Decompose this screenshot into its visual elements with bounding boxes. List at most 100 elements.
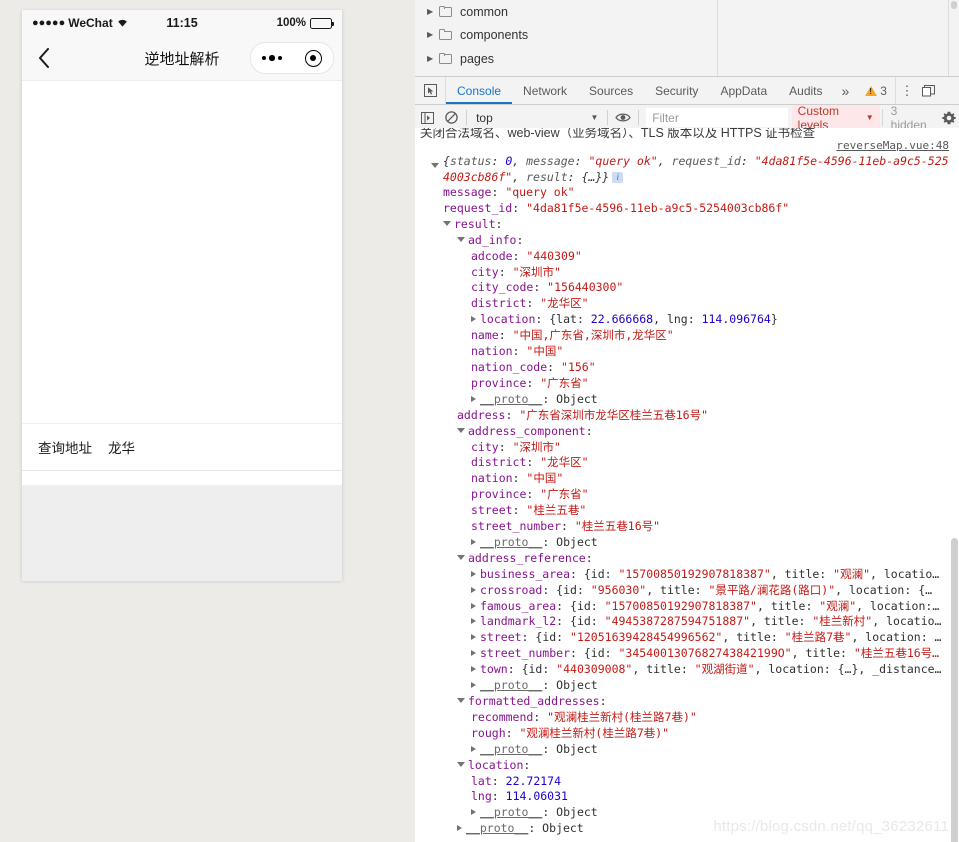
clear-console-icon[interactable] [439,111,463,124]
collapse-triangle-icon[interactable] [443,220,451,226]
inspect-element-icon[interactable] [415,77,446,104]
phone-nav-bar: 逆地址解析 [22,36,342,81]
devtools-tabs: Console Network Sources Security AppData Audi… [446,77,834,104]
hidden-messages-count: 3 hidden [881,104,939,132]
tab-appdata[interactable]: AppData [709,77,778,104]
devtools-menu-icon[interactable]: ⋮ [896,77,918,104]
object-tree-row: street_number: "桂兰五巷16号" [415,519,955,535]
tab-sources[interactable]: Sources [578,77,644,104]
property-value: "广东省深圳市龙华区桂兰五巷16号" [519,407,709,422]
property-key: city [471,439,499,454]
console-sidebar-toggle-icon[interactable] [415,111,439,124]
chevron-right-icon[interactable]: ▶ [427,54,439,63]
separator: : [542,741,557,756]
object-tree-row[interactable]: crossroad: {id: "956030", title: "景平路/澜花… [415,583,955,599]
property-value: "440309" [526,248,582,263]
object-tree-row: name: "中国,广东省,深圳市,龙华区" [415,328,955,344]
warning-badge[interactable]: 3 [857,77,896,104]
console-scrollbar[interactable] [950,128,959,842]
expand-triangle-icon[interactable] [471,395,476,402]
object-tree-row: city: "深圳市" [415,265,955,281]
object-tree-row: nation: "中国" [415,344,955,360]
tab-security[interactable]: Security [644,77,709,104]
expand-triangle-icon[interactable] [471,570,476,577]
property-value: Object [542,821,584,836]
object-tree-row[interactable]: __proto__: Object [415,742,955,758]
settings-gear-icon[interactable] [938,111,959,125]
expand-triangle-icon[interactable] [471,809,476,816]
collapse-triangle-icon[interactable] [457,698,465,703]
object-tree-row[interactable]: __proto__: Object [415,392,955,408]
object-tree-row[interactable]: business_area: {id: "1570085019290781838… [415,567,955,583]
target-circle-icon[interactable] [304,49,322,67]
expand-triangle-icon[interactable] [471,666,476,673]
object-tree-row[interactable]: result: [415,217,955,233]
log-level-select[interactable]: Custom levels ▼ [791,104,880,132]
expand-triangle-icon[interactable] [471,538,476,545]
object-tree-row: adcode: "440309" [415,249,955,265]
object-tree-row[interactable]: famous_area: {id: "15700850192907818387"… [415,599,955,615]
console-scroll-thumb[interactable] [951,538,958,842]
object-tree-row[interactable]: __proto__: Object [415,535,955,551]
tab-overflow-icon[interactable]: » [834,77,858,104]
simulator-pane: ●●●●● WeChat 11:15 100% 逆地址解析 查询地址 龙华 [0,0,415,842]
file-tree-scrollbar[interactable] [948,0,959,76]
object-tree-row[interactable]: __proto__: Object [415,821,955,837]
expand-triangle-icon[interactable] [471,586,476,593]
more-dots-icon[interactable] [262,55,282,61]
dock-position-icon[interactable] [918,77,940,104]
collapse-triangle-icon[interactable] [457,554,465,560]
tab-console[interactable]: Console [446,77,512,104]
collapse-triangle-icon[interactable] [457,427,465,433]
separator: : [526,455,541,470]
object-tree-row[interactable]: address_component: [415,424,955,440]
object-preview-text: {status: 0, message: "query ok", request… [443,154,949,184]
property-key: __proto__ [480,678,543,693]
back-button[interactable] [22,36,66,80]
expand-triangle-icon[interactable] [457,825,462,832]
expand-triangle-icon[interactable] [431,163,439,168]
expand-triangle-icon[interactable] [471,682,476,689]
tab-audits[interactable]: Audits [778,77,833,104]
object-tree-row[interactable]: street: {id: "12051639428454996562", tit… [415,630,955,646]
file-tree-item-label: pages [460,51,495,66]
expand-triangle-icon[interactable] [471,602,476,609]
phone-frame: ●●●●● WeChat 11:15 100% 逆地址解析 查询地址 龙华 [22,10,342,581]
object-tree-row[interactable]: address_reference: [415,551,955,567]
object-tree-row[interactable]: street_number: {id: "3454001307682743842… [415,646,955,662]
object-tree-row[interactable]: __proto__: Object [415,678,955,694]
wechat-capsule-menu[interactable] [250,42,334,74]
expand-triangle-icon[interactable] [471,745,476,752]
object-tree-row[interactable]: ad_info: [415,233,955,249]
collapse-triangle-icon[interactable] [457,761,465,767]
inline-object-text: {id: [556,582,591,597]
query-address-value[interactable]: 龙华 [108,437,135,457]
source-link[interactable]: reverseMap.vue:48 [415,139,955,154]
chevron-right-icon[interactable]: ▶ [427,7,439,16]
object-tree-row[interactable]: formatted_addresses: [415,694,955,710]
inline-object-text: , location: {… [835,582,933,597]
object-tree-row[interactable]: location: {lat: 22.666668, lng: 114.0967… [415,312,955,328]
separator: : [505,725,520,740]
expand-triangle-icon[interactable] [471,650,476,657]
console-filter-input[interactable] [646,108,788,127]
info-badge-icon[interactable]: i [612,171,624,183]
expand-triangle-icon[interactable] [471,618,476,625]
live-expression-eye-icon[interactable] [611,112,635,123]
file-tree-scroll-thumb[interactable] [951,1,957,9]
separator: : [512,503,527,518]
separator: : [523,757,531,772]
property-key: province [471,375,527,390]
tab-network[interactable]: Network [512,77,578,104]
execution-context-select[interactable]: top ▼ [470,111,604,125]
expand-triangle-icon[interactable] [471,634,476,641]
collapse-triangle-icon[interactable] [457,236,465,242]
object-tree-row[interactable]: landmark_l2: {id: "4945387287594751887",… [415,614,955,630]
object-tree-row[interactable]: location: [415,758,955,774]
object-tree-row[interactable]: town: {id: "440309008", title: "观湖街道", l… [415,662,955,678]
chevron-right-icon[interactable]: ▶ [427,31,439,39]
expand-triangle-icon[interactable] [471,316,476,323]
chevron-down-icon: ▼ [865,113,874,122]
object-tree-row[interactable]: __proto__: Object [415,805,955,821]
object-tree-row: lng: 114.06031 [415,789,955,805]
